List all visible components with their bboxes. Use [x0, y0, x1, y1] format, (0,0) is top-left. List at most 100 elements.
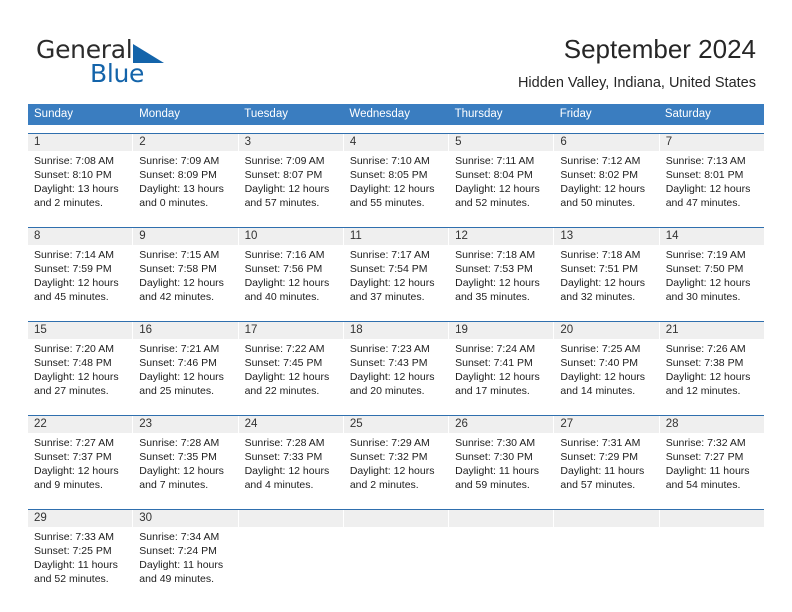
day-cell[interactable]: Sunrise: 7:33 AM Sunset: 7:25 PM Dayligh… [28, 527, 134, 595]
sunrise-text: Sunrise: 7:10 AM [349, 155, 430, 167]
sunrise-text: Sunrise: 7:17 AM [349, 249, 430, 261]
weekday-header-tuesday: Tuesday [244, 108, 288, 120]
daylight-text-line2: and 52 minutes. [455, 197, 530, 209]
sunrise-text: Sunrise: 7:30 AM [455, 437, 536, 449]
day-number[interactable]: 14 [660, 228, 764, 245]
sunset-text: Sunset: 7:24 PM [139, 545, 217, 557]
daylight-text-line1: Daylight: 12 hours [139, 277, 224, 289]
day-cell[interactable]: Sunrise: 7:28 AM Sunset: 7:33 PM Dayligh… [239, 433, 344, 501]
sunset-text: Sunset: 7:50 PM [665, 263, 744, 275]
daylight-text-line2: and 57 minutes. [244, 197, 320, 209]
daylight-text-line2: and 50 minutes. [560, 197, 636, 209]
day-number[interactable]: 28 [660, 416, 764, 433]
daylight-text-line1: Daylight: 12 hours [560, 371, 646, 383]
day-number[interactable]: 20 [554, 322, 660, 339]
weekday-header-wednesday: Wednesday [349, 108, 410, 120]
page-title: September 2024 [563, 34, 756, 64]
day-number[interactable]: 17 [239, 322, 344, 339]
day-number[interactable]: 2 [133, 134, 239, 151]
day-number[interactable]: 25 [344, 416, 450, 433]
day-number[interactable]: 3 [239, 134, 344, 151]
brand-name-blue: Blue [90, 59, 145, 88]
day-cell[interactable]: Sunrise: 7:11 AM Sunset: 8:04 PM Dayligh… [449, 151, 555, 219]
day-cell[interactable]: Sunrise: 7:21 AM Sunset: 7:46 PM Dayligh… [133, 339, 239, 407]
day-number[interactable]: 8 [28, 228, 134, 245]
day-number[interactable]: 13 [554, 228, 660, 245]
brand-logo[interactable]: General Blue [36, 36, 216, 88]
day-cell[interactable]: Sunrise: 7:12 AM Sunset: 8:02 PM Dayligh… [554, 151, 660, 219]
daylight-text-line1: Daylight: 11 hours [455, 465, 539, 477]
daylight-text-line1: Daylight: 12 hours [349, 371, 435, 383]
day-number[interactable]: 29 [28, 510, 134, 527]
day-number[interactable]: 1 [28, 134, 134, 151]
day-cell[interactable]: Sunrise: 7:31 AM Sunset: 7:29 PM Dayligh… [554, 433, 660, 501]
day-cell[interactable]: Sunrise: 7:14 AM Sunset: 7:59 PM Dayligh… [28, 245, 134, 313]
sunset-text: Sunset: 7:59 PM [34, 263, 112, 275]
day-number[interactable]: 18 [344, 322, 450, 339]
sunset-text: Sunset: 7:58 PM [139, 263, 217, 275]
sunrise-text: Sunrise: 7:14 AM [34, 249, 114, 261]
day-cell-empty [344, 527, 450, 595]
day-cell[interactable]: Sunrise: 7:22 AM Sunset: 7:45 PM Dayligh… [239, 339, 344, 407]
day-cell[interactable]: Sunrise: 7:18 AM Sunset: 7:53 PM Dayligh… [449, 245, 555, 313]
day-cell[interactable]: Sunrise: 7:28 AM Sunset: 7:35 PM Dayligh… [133, 433, 239, 501]
day-cell[interactable]: Sunrise: 7:08 AM Sunset: 8:10 PM Dayligh… [28, 151, 134, 219]
calendar-week-row: 15 16 17 18 19 20 21 Sunrise: 7:20 AM Su… [28, 321, 764, 407]
day-number[interactable]: 24 [239, 416, 344, 433]
day-number-empty [449, 510, 555, 527]
day-cell[interactable]: Sunrise: 7:25 AM Sunset: 7:40 PM Dayligh… [554, 339, 660, 407]
daylight-text-line2: and 40 minutes. [244, 291, 320, 303]
day-number[interactable]: 22 [28, 416, 134, 433]
day-cell[interactable]: Sunrise: 7:29 AM Sunset: 7:32 PM Dayligh… [344, 433, 450, 501]
day-number[interactable]: 5 [449, 134, 555, 151]
sunrise-text: Sunrise: 7:13 AM [665, 155, 746, 167]
day-number[interactable]: 9 [133, 228, 239, 245]
day-number[interactable]: 7 [660, 134, 764, 151]
day-number[interactable]: 4 [344, 134, 450, 151]
day-number[interactable]: 30 [133, 510, 239, 527]
day-cell[interactable]: Sunrise: 7:17 AM Sunset: 7:54 PM Dayligh… [344, 245, 450, 313]
daylight-text-line2: and 9 minutes. [34, 479, 103, 491]
daylight-text-line2: and 54 minutes. [665, 479, 741, 491]
day-number[interactable]: 26 [449, 416, 555, 433]
daylight-text-line1: Daylight: 13 hours [34, 183, 119, 195]
day-cell[interactable]: Sunrise: 7:19 AM Sunset: 7:50 PM Dayligh… [660, 245, 764, 313]
day-number[interactable]: 12 [449, 228, 555, 245]
day-cell[interactable]: Sunrise: 7:20 AM Sunset: 7:48 PM Dayligh… [28, 339, 134, 407]
day-number[interactable]: 21 [660, 322, 764, 339]
weekday-header-thursday: Thursday [454, 108, 503, 120]
day-cell[interactable]: Sunrise: 7:23 AM Sunset: 7:43 PM Dayligh… [344, 339, 450, 407]
day-cell[interactable]: Sunrise: 7:09 AM Sunset: 8:07 PM Dayligh… [239, 151, 344, 219]
day-cell[interactable]: Sunrise: 7:15 AM Sunset: 7:58 PM Dayligh… [133, 245, 239, 313]
day-cell[interactable]: Sunrise: 7:09 AM Sunset: 8:09 PM Dayligh… [133, 151, 239, 219]
day-number[interactable]: 19 [449, 322, 555, 339]
day-cell[interactable]: Sunrise: 7:10 AM Sunset: 8:05 PM Dayligh… [344, 151, 450, 219]
day-cell[interactable]: Sunrise: 7:18 AM Sunset: 7:51 PM Dayligh… [554, 245, 660, 313]
day-number[interactable]: 10 [239, 228, 344, 245]
day-cell[interactable]: Sunrise: 7:24 AM Sunset: 7:41 PM Dayligh… [449, 339, 555, 407]
sunset-text: Sunset: 8:04 PM [455, 169, 533, 181]
day-cell[interactable]: Sunrise: 7:16 AM Sunset: 7:56 PM Dayligh… [239, 245, 344, 313]
day-number[interactable]: 23 [133, 416, 239, 433]
sunset-text: Sunset: 7:32 PM [349, 451, 428, 463]
sunset-text: Sunset: 7:33 PM [244, 451, 323, 463]
day-cell[interactable]: Sunrise: 7:30 AM Sunset: 7:30 PM Dayligh… [449, 433, 555, 501]
calendar-week-row: 22 23 24 25 26 27 28 Sunrise: 7:27 AM Su… [28, 415, 764, 501]
sunset-text: Sunset: 8:05 PM [349, 169, 428, 181]
day-cell[interactable]: Sunrise: 7:13 AM Sunset: 8:01 PM Dayligh… [660, 151, 764, 219]
daylight-text-line2: and 12 minutes. [665, 385, 741, 397]
weekday-header-saturday: Saturday [664, 108, 711, 120]
sunrise-text: Sunrise: 7:25 AM [560, 343, 641, 355]
day-cell[interactable]: Sunrise: 7:26 AM Sunset: 7:38 PM Dayligh… [660, 339, 764, 407]
day-cell[interactable]: Sunrise: 7:32 AM Sunset: 7:27 PM Dayligh… [660, 433, 764, 501]
day-number[interactable]: 27 [554, 416, 660, 433]
day-number[interactable]: 15 [28, 322, 134, 339]
daylight-text-line2: and 47 minutes. [665, 197, 741, 209]
day-number[interactable]: 6 [554, 134, 660, 151]
day-cell[interactable]: Sunrise: 7:34 AM Sunset: 7:24 PM Dayligh… [133, 527, 239, 595]
day-number[interactable]: 11 [344, 228, 450, 245]
daylight-text-line1: Daylight: 12 hours [560, 277, 646, 289]
day-number[interactable]: 16 [133, 322, 239, 339]
day-cell[interactable]: Sunrise: 7:27 AM Sunset: 7:37 PM Dayligh… [28, 433, 134, 501]
page-header: General Blue September 2024 Hidden Valle… [0, 0, 792, 100]
